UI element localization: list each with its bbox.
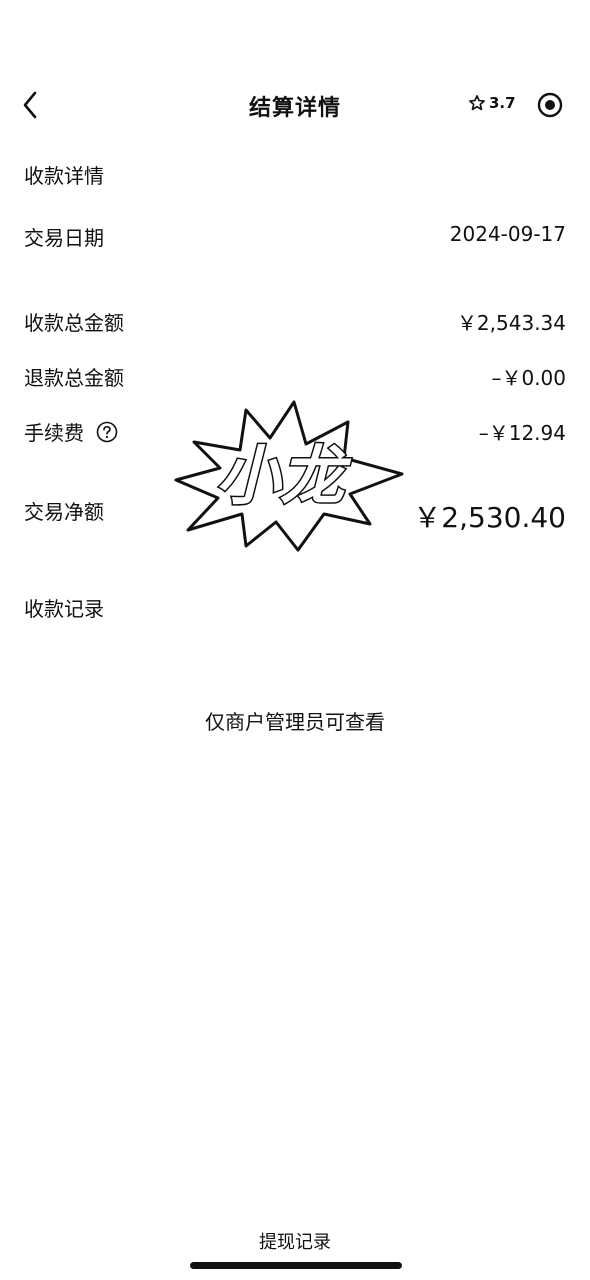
total-amount-value: ￥2,543.34: [456, 311, 566, 335]
date-label: 交易日期: [24, 226, 104, 250]
star-outline-icon: [469, 95, 485, 111]
navigation-bar: 结算详情 3.7: [0, 70, 590, 140]
date-value: 2024-09-17: [449, 222, 566, 246]
home-indicator: [190, 1262, 402, 1269]
section-title-records: 收款记录: [24, 597, 104, 621]
fee-value: –￥12.94: [478, 421, 566, 445]
net-amount-value: ￥2,530.40: [413, 501, 566, 534]
total-amount-label: 收款总金额: [24, 311, 124, 335]
rating-button[interactable]: 3.7: [468, 94, 516, 112]
net-amount-label: 交易净额: [24, 500, 104, 524]
rating-value: 3.7: [489, 94, 516, 112]
watermark-sticker: 小龙: [174, 400, 404, 552]
watermark-text: 小龙: [216, 440, 352, 514]
admin-only-notice: 仅商户管理员可查看: [205, 710, 385, 734]
help-icon[interactable]: [96, 421, 118, 443]
fee-label: 手续费: [24, 421, 84, 445]
refund-amount-value: –￥0.00: [491, 366, 566, 390]
refund-amount-label: 退款总金额: [24, 366, 124, 390]
withdraw-records-link[interactable]: 提现记录: [0, 1228, 590, 1254]
fee-row-label: 手续费: [24, 417, 118, 446]
section-title-settlement: 收款详情: [24, 164, 104, 188]
record-target-icon[interactable]: [537, 92, 563, 118]
